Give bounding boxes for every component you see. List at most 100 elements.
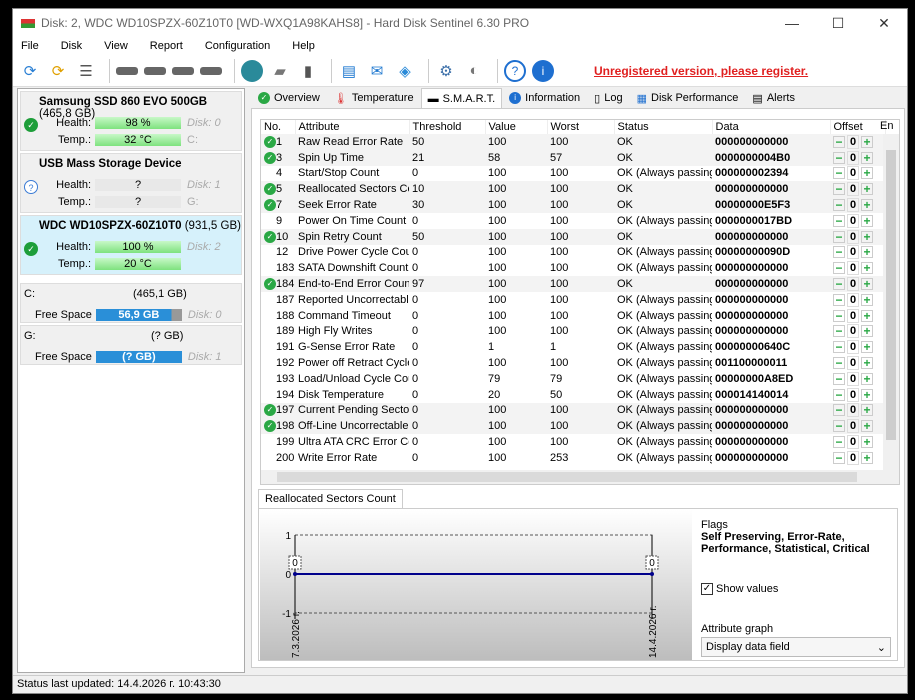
offset-value[interactable]: 0 — [847, 324, 859, 339]
table-row[interactable]: 9 Power On Time Count 0 100 100 OK (Always pa… — [261, 213, 885, 229]
offset-value[interactable]: 0 — [847, 340, 859, 355]
plus-icon[interactable]: + — [861, 420, 873, 433]
table-row[interactable]: ✓ 1 Raw Read Error Rate 50 100 100 OK 000000000… — [261, 134, 885, 150]
disk-item-samsung[interactable]: Samsung SSD 860 EVO 500GB (465,8 GB) ✓ H… — [20, 91, 242, 151]
plus-icon[interactable]: + — [861, 214, 873, 227]
minimize-button[interactable]: — — [769, 15, 815, 32]
plus-icon[interactable]: + — [861, 388, 873, 401]
offset-value[interactable]: 0 — [847, 150, 859, 165]
disk-schedule-icon[interactable] — [144, 66, 166, 75]
plus-icon[interactable]: + — [861, 404, 873, 417]
minus-icon[interactable]: − — [833, 420, 845, 433]
refresh-icon[interactable]: ⟳ — [19, 60, 41, 82]
plus-icon[interactable]: + — [861, 151, 873, 164]
table-row[interactable]: 191 G-Sense Error Rate 0 1 1 OK (Always passi… — [261, 339, 885, 355]
volume-c[interactable]: C: (465,1 GB) Free Space 56,9 GB Disk: 0 — [20, 283, 242, 323]
offset-value[interactable]: 0 — [847, 277, 859, 292]
table-row[interactable]: ✓ 198 Off-Line Uncorrectable ... 0 100 100 OK … — [261, 418, 885, 435]
offset-value[interactable]: 0 — [847, 450, 859, 465]
external-disk-icon[interactable]: ▮ — [297, 60, 319, 82]
offset-value[interactable]: 0 — [847, 213, 859, 228]
unregistered-link[interactable]: Unregistered version, please register. — [594, 64, 808, 78]
column-header[interactable]: Attribute — [295, 120, 410, 134]
plus-icon[interactable]: + — [861, 451, 873, 464]
minus-icon[interactable]: − — [833, 388, 845, 401]
tab-disk-performance[interactable]: ▦ Disk Performance — [630, 88, 746, 108]
table-row[interactable]: 194 Disk Temperature 0 20 50 OK (Always passi… — [261, 387, 885, 403]
menu-report[interactable]: Report — [150, 40, 183, 52]
refresh-warning-icon[interactable]: ⟳ — [47, 60, 69, 82]
minus-icon[interactable]: − — [833, 246, 845, 259]
menu-view[interactable]: View — [104, 40, 128, 52]
offset-value[interactable]: 0 — [847, 403, 859, 418]
table-row[interactable]: 192Power off Retract Cycle ...0100100OK … — [261, 355, 885, 371]
plus-icon[interactable]: + — [861, 135, 873, 148]
tab-temperature[interactable]: 🌡 Temperature — [327, 88, 421, 108]
plus-icon[interactable]: + — [861, 246, 873, 259]
tab-smart[interactable]: ▬ S.M.A.R.T. — [420, 88, 503, 108]
column-header[interactable]: Status — [614, 120, 713, 134]
minus-icon[interactable]: − — [833, 167, 845, 180]
menu-help[interactable]: Help — [292, 40, 315, 52]
plus-icon[interactable]: + — [861, 230, 873, 243]
minus-icon[interactable]: − — [833, 199, 845, 212]
email-icon[interactable]: ✉ — [366, 60, 388, 82]
menu-configuration[interactable]: Configuration — [205, 40, 270, 52]
table-row[interactable]: 4 Start/Stop Count 0 100 100 OK (Always passi… — [261, 166, 885, 182]
vertical-scrollbar[interactable] — [883, 134, 899, 474]
network-disk-icon[interactable]: ▰ — [269, 60, 291, 82]
plus-icon[interactable]: + — [861, 341, 873, 354]
show-values-checkbox[interactable]: ✓ Show values — [701, 583, 778, 595]
column-header[interactable]: Data — [712, 120, 831, 134]
offset-value[interactable]: 0 — [847, 261, 859, 276]
offset-value[interactable]: 0 — [847, 356, 859, 371]
info-icon[interactable]: i — [532, 59, 554, 82]
table-row[interactable]: 189 High Fly Writes 0 100 100 OK (Always pass… — [261, 324, 885, 340]
attribute-graph-select[interactable]: Display data field ⌄ — [701, 637, 891, 657]
minus-icon[interactable]: − — [833, 214, 845, 227]
menu-file[interactable]: File — [21, 40, 39, 52]
tab-overview[interactable]: ✓ Overview — [251, 88, 327, 108]
volume-g[interactable]: G: (? GB) Free Space (? GB) Disk: 1 — [20, 325, 242, 365]
minus-icon[interactable]: − — [833, 325, 845, 338]
column-header[interactable]: En — [877, 120, 897, 134]
disk-list-icon[interactable]: ☰ — [75, 60, 97, 82]
sound-icon[interactable]: ◐ — [463, 60, 485, 82]
offset-value[interactable]: 0 — [847, 371, 859, 386]
offset-value[interactable]: 0 — [847, 419, 859, 434]
table-row[interactable]: 12 Drive Power Cycle Count 0 100 100 OK (Alwa… — [261, 245, 885, 261]
disk-ok-icon[interactable] — [172, 66, 194, 75]
table-row[interactable]: ✓ 7 Seek Error Rate 30 100 100 OK 00000000E5F3−… — [261, 197, 885, 213]
disk-item-usb[interactable]: USB Mass Storage Device ? Health:? Disk: … — [20, 153, 242, 213]
minus-icon[interactable]: − — [833, 262, 845, 275]
offset-value[interactable]: 0 — [847, 134, 859, 149]
plus-icon[interactable]: + — [861, 436, 873, 449]
report-icon[interactable]: ▤ — [338, 60, 360, 82]
plus-icon[interactable]: + — [861, 262, 873, 275]
offset-value[interactable]: 0 — [847, 182, 859, 197]
disk-surface-test-icon[interactable] — [116, 66, 138, 75]
disk-item-wdc[interactable]: WDC WD10SPZX-60Z10T0 (931,5 GB) ✓ Health… — [20, 215, 242, 275]
table-row[interactable]: ✓ 184 End-to-End Error Count 97 100 100 OK 0000… — [261, 276, 885, 292]
help-icon[interactable]: ? — [504, 59, 526, 82]
minus-icon[interactable]: − — [833, 230, 845, 243]
disk-search-icon[interactable] — [200, 66, 222, 75]
minus-icon[interactable]: − — [833, 357, 845, 370]
plus-icon[interactable]: + — [861, 309, 873, 322]
network-icon[interactable]: ◈ — [394, 60, 416, 82]
table-row[interactable]: 187 Reported Uncorrectabl... 0 100 100 OK (Al… — [261, 292, 885, 308]
minus-icon[interactable]: − — [833, 309, 845, 322]
tab-reallocated-sectors[interactable]: Reallocated Sectors Count — [258, 489, 403, 508]
table-row[interactable]: 193Load/Unload Cycle Cou...07979OK (Alwa… — [261, 371, 885, 387]
close-button[interactable]: ✕ — [861, 15, 907, 32]
minus-icon[interactable]: − — [833, 372, 845, 385]
minus-icon[interactable]: − — [833, 341, 845, 354]
offset-value[interactable]: 0 — [847, 229, 859, 244]
menu-disk[interactable]: Disk — [61, 40, 82, 52]
gear-icon[interactable]: ⚙ — [435, 60, 457, 82]
table-row[interactable]: 200 Write Error Rate 0 100 253 OK (Always pas… — [261, 450, 885, 466]
offset-value[interactable]: 0 — [847, 292, 859, 307]
offset-value[interactable]: 0 — [847, 245, 859, 260]
tab-alerts[interactable]: ▤ Alerts — [745, 88, 802, 108]
minus-icon[interactable]: − — [833, 278, 845, 291]
